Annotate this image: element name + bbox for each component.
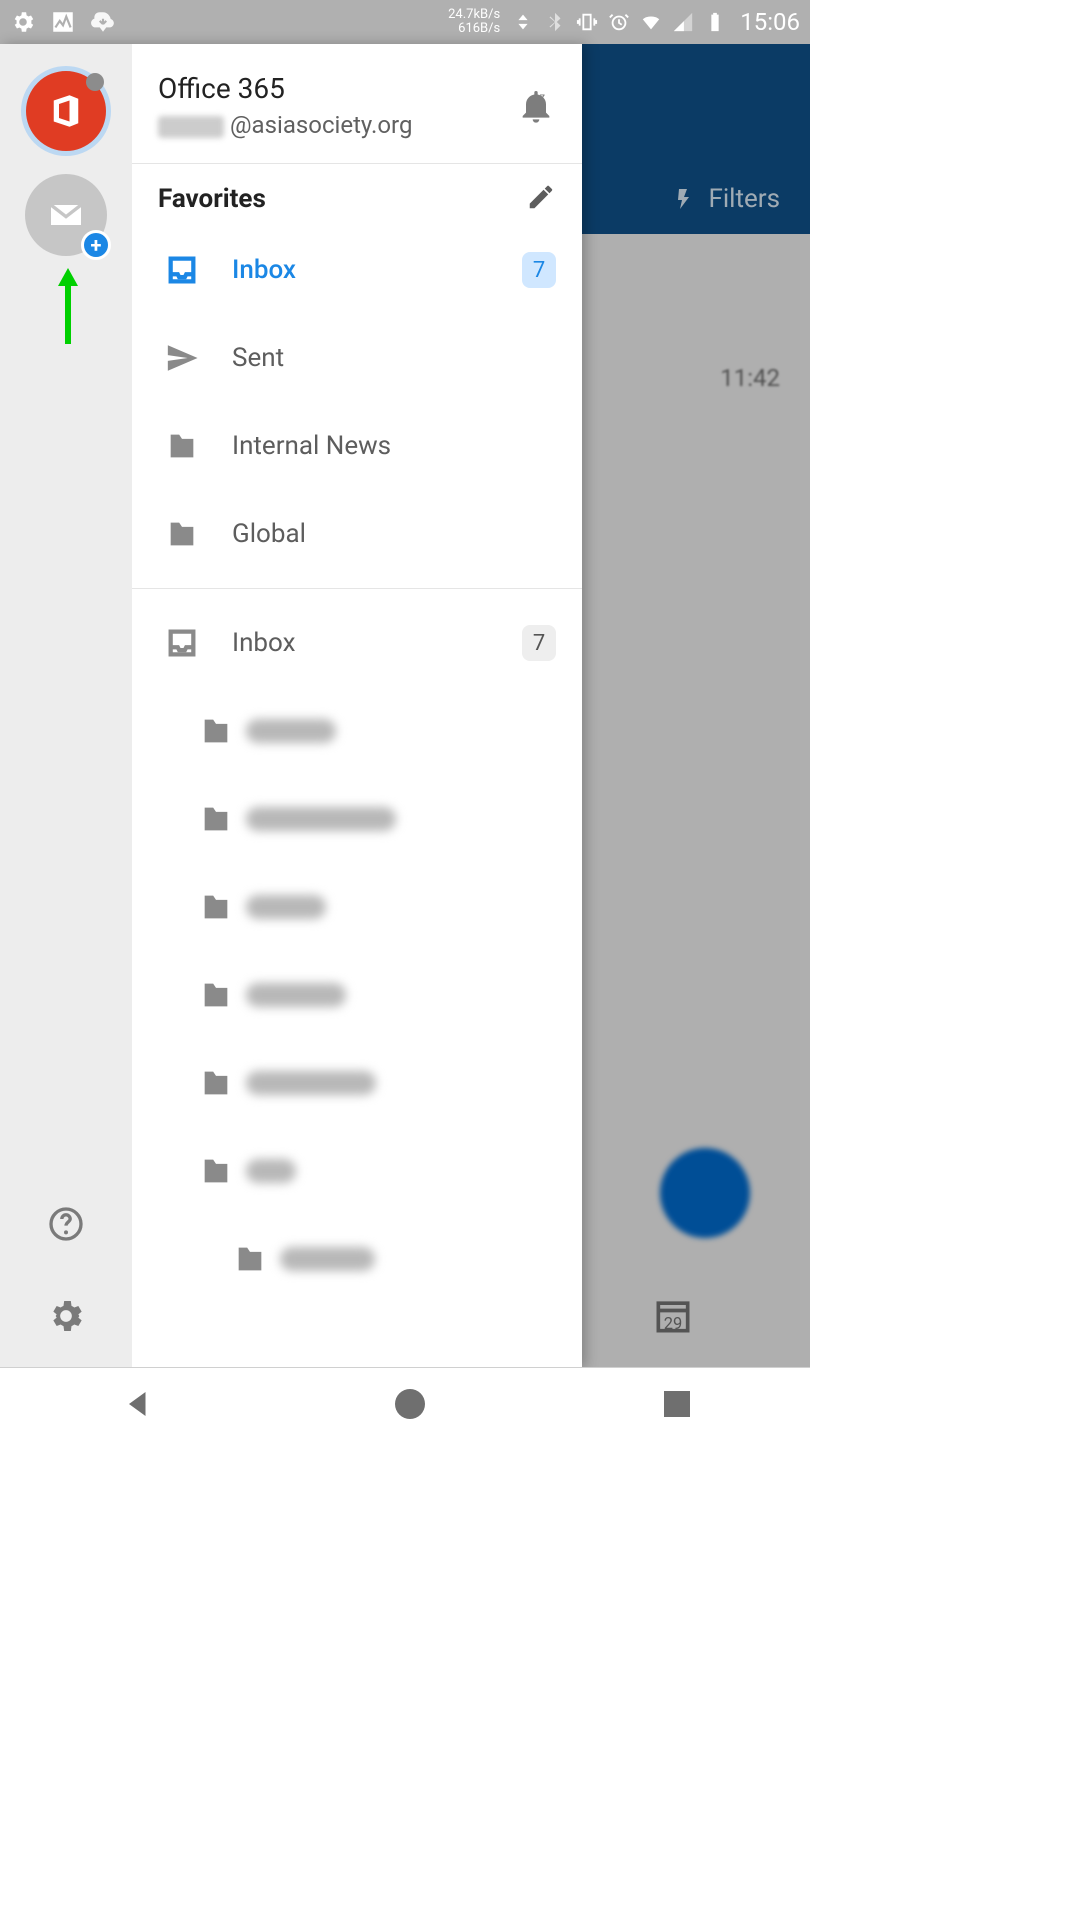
help-button[interactable] xyxy=(44,1202,88,1246)
folder-icon xyxy=(186,890,246,924)
account-title: Office 365 xyxy=(158,72,516,105)
favorites-header: Favorites xyxy=(158,184,266,214)
home-button[interactable] xyxy=(395,1389,425,1419)
updown-icon xyxy=(512,11,534,33)
snooze-bell-icon[interactable]: z xyxy=(516,86,556,126)
office-icon xyxy=(45,90,87,132)
folder-inbox[interactable]: Inbox 7 xyxy=(132,599,582,687)
favorite-sent[interactable]: Sent xyxy=(132,314,582,402)
mail-icon xyxy=(46,195,86,235)
help-icon xyxy=(46,1204,86,1244)
subfolder-5[interactable] xyxy=(132,1127,582,1215)
subfolder-4[interactable] xyxy=(132,1039,582,1127)
add-account-button[interactable]: + xyxy=(25,174,107,256)
chart-icon xyxy=(50,9,76,35)
subfolder-3[interactable] xyxy=(132,951,582,1039)
account-header[interactable]: Office 365 @asiasociety.org z xyxy=(132,44,582,164)
subsubfolder-0[interactable] xyxy=(132,1215,582,1303)
account-rail: + xyxy=(0,44,132,1368)
folder-icon xyxy=(186,1154,246,1188)
folder-icon xyxy=(186,1066,246,1100)
bluetooth-icon xyxy=(544,11,566,33)
folder-icon xyxy=(186,802,246,836)
folder-panel: Office 365 @asiasociety.org z Favorites … xyxy=(132,44,582,1368)
net-speed: 24.7kB/s 616B/s xyxy=(448,8,500,36)
subfolder-1[interactable] xyxy=(132,775,582,863)
vibrate-icon xyxy=(576,11,598,33)
subfolder-2[interactable] xyxy=(132,863,582,951)
back-button[interactable] xyxy=(120,1386,156,1422)
alarm-icon xyxy=(608,11,630,33)
wifi-icon xyxy=(640,11,662,33)
system-navbar xyxy=(0,1368,810,1440)
signal-icon xyxy=(672,11,694,33)
account-office365[interactable] xyxy=(21,66,111,156)
overview-button[interactable] xyxy=(664,1391,690,1417)
favorite-internal-news[interactable]: Internal News xyxy=(132,402,582,490)
favorite-inbox[interactable]: Inbox7 xyxy=(132,226,582,314)
settings-button[interactable] xyxy=(44,1294,88,1338)
inbox-icon xyxy=(165,626,199,660)
download-icon xyxy=(90,9,116,35)
clock: 15:06 xyxy=(740,8,800,36)
count-badge: 7 xyxy=(522,625,556,661)
pencil-icon xyxy=(526,182,556,212)
folder-icon xyxy=(152,517,212,551)
subfolder-0[interactable] xyxy=(132,687,582,775)
folder-icon xyxy=(186,978,246,1012)
account-email: @asiasociety.org xyxy=(158,111,516,139)
folder-icon xyxy=(186,714,246,748)
plus-icon: + xyxy=(81,230,111,260)
status-bar: 24.7kB/s 616B/s 15:06 xyxy=(0,0,810,44)
svg-text:z: z xyxy=(539,90,545,104)
navigation-drawer: + Office 365 @asiasociety.org z Favorite… xyxy=(0,44,582,1368)
annotation-arrow xyxy=(58,268,78,344)
gear-icon xyxy=(10,9,36,35)
battery-icon xyxy=(704,11,726,33)
gear-icon xyxy=(46,1296,86,1336)
send-icon xyxy=(152,341,212,375)
folder-icon xyxy=(220,1242,280,1276)
favorite-global[interactable]: Global xyxy=(132,490,582,578)
inbox-icon xyxy=(152,253,212,287)
edit-favorites-button[interactable] xyxy=(526,182,556,216)
count-badge: 7 xyxy=(522,252,556,288)
folder-icon xyxy=(152,429,212,463)
